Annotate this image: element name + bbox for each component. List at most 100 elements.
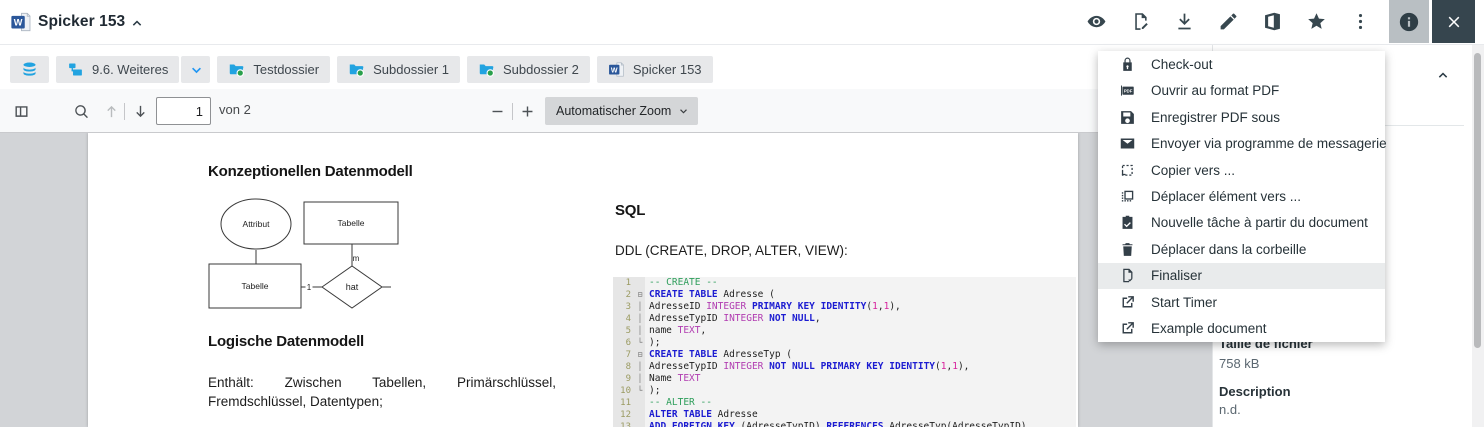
menu-item-check-out[interactable]: Check-out [1098, 51, 1385, 77]
eye-icon [1086, 11, 1107, 32]
next-page-button[interactable] [127, 98, 153, 124]
diagram-rect-left-label: Tabelle [242, 281, 269, 291]
breadcrumb-dropdown-toggle[interactable] [181, 56, 210, 83]
zoom-in-button[interactable] [514, 98, 540, 124]
folder-icon [348, 61, 365, 78]
breadcrumb-item-spicker-153[interactable]: WSpicker 153 [597, 56, 713, 83]
title-bar: W Spicker 153 [0, 0, 1484, 45]
code-line: 13 ADD FOREIGN KEY (AdresseTypID) REFERE… [613, 421, 1076, 427]
code-line-text: Name TEXT [645, 373, 701, 385]
menu-item-d-placer-dans-la-corbeille[interactable]: Déplacer dans la corbeille [1098, 236, 1385, 262]
zoom-select[interactable]: Automatischer Zoom [545, 97, 698, 125]
code-line-text: -- ALTER -- [645, 397, 712, 409]
toolbar-icon-group [1082, 0, 1390, 43]
menu-item-copier-vers[interactable]: Copier vers ... [1098, 157, 1385, 183]
edit-document-button[interactable] [1126, 8, 1154, 36]
menu-item-finaliser[interactable]: Finaliser [1098, 263, 1385, 289]
preview-button[interactable] [1082, 8, 1110, 36]
menu-item-example-document[interactable]: Example document [1098, 316, 1385, 342]
more-options-button[interactable] [1346, 8, 1374, 36]
breadcrumb-item-subdossier-1[interactable]: Subdossier 1 [337, 56, 460, 83]
save-icon [1119, 109, 1136, 126]
menu-item-envoyer-via-programme-de-messagerie[interactable]: Envoyer via programme de messagerie [1098, 130, 1385, 156]
svg-text:W: W [14, 18, 23, 28]
panel-collapse-chevron-up-icon[interactable] [1435, 67, 1451, 83]
page-count-label: von 2 [219, 102, 251, 117]
code-line-number: 7 [613, 349, 635, 361]
diagram-cardinality-many: m [353, 254, 360, 263]
description-value: n.d. [1219, 402, 1241, 417]
fold-guide: └ [635, 337, 645, 349]
diagram-ellipse-label: Attribut [243, 219, 271, 229]
panel-scrollbar[interactable] [1472, 45, 1484, 427]
breadcrumb-item-root[interactable] [10, 56, 49, 83]
sidebar-toggle-button[interactable] [8, 98, 34, 124]
close-button[interactable] [1432, 0, 1475, 43]
fold-guide: │ [635, 325, 645, 337]
chevron-up-icon[interactable] [129, 15, 145, 31]
breadcrumb-label: Subdossier 2 [503, 62, 579, 77]
menu-item-nouvelle-t-che-partir-du-document[interactable]: Nouvelle tâche à partir du document [1098, 210, 1385, 236]
menu-item-label: Finaliser [1151, 268, 1202, 283]
code-line-text: AdresseTypID INTEGER NOT NULL PRIMARY KE… [645, 361, 969, 373]
menu-item-label: Example document [1151, 321, 1267, 336]
breadcrumb-item-testdossier[interactable]: Testdossier [217, 56, 330, 83]
download-button[interactable] [1170, 8, 1198, 36]
fold-toggle-icon[interactable]: ⊟ [635, 289, 645, 301]
fold-guide: │ [635, 373, 645, 385]
external-icon [1119, 294, 1136, 311]
star-icon [1306, 11, 1327, 32]
menu-item-ouvrir-au-format-pdf[interactable]: PDFOuvrir au format PDF [1098, 77, 1385, 103]
favorite-button[interactable] [1302, 8, 1330, 36]
open-in-office-button[interactable] [1258, 8, 1286, 36]
code-line-text: ALTER TABLE Adresse [645, 409, 758, 421]
info-icon [1398, 11, 1420, 33]
page-number-input[interactable] [156, 97, 211, 125]
search-button[interactable] [68, 98, 94, 124]
code-line-text: CREATE TABLE Adresse ( [645, 289, 775, 301]
fold-guide: │ [635, 361, 645, 373]
menu-item-label: Déplacer élément vers ... [1151, 189, 1301, 204]
zoom-select-value: Automatischer Zoom [556, 104, 677, 118]
folder-icon [478, 61, 495, 78]
diagram-cardinality-one: 1 [307, 283, 312, 292]
menu-item-enregistrer-pdf-sous[interactable]: Enregistrer PDF sous [1098, 104, 1385, 130]
code-line: 6└); [613, 337, 1076, 349]
doc-paragraph-line1: Enthält: Zwischen Tabellen, Primärschlüs… [208, 373, 556, 392]
download-icon [1174, 11, 1195, 32]
fold-toggle-icon[interactable]: ⊟ [635, 349, 645, 361]
pdf-icon: PDF [1119, 82, 1136, 99]
code-line-text: AdresseID INTEGER PRIMARY KEY IDENTITY(1… [645, 301, 901, 313]
code-line-number: 8 [613, 361, 635, 373]
copy-to-icon [1119, 162, 1136, 179]
kebab-icon [1350, 11, 1371, 32]
lock-icon [1119, 56, 1136, 73]
zoom-out-button[interactable] [484, 98, 510, 124]
doc-edit-icon [1130, 11, 1151, 32]
doc-heading-logical: Logische Datenmodell [208, 333, 364, 350]
divider [512, 103, 513, 120]
file-size-value: 758 kB [1219, 356, 1259, 371]
code-line-number: 4 [613, 313, 635, 325]
menu-item-d-placer-l-ment-vers[interactable]: Déplacer élément vers ... [1098, 183, 1385, 209]
code-line: 3│AdresseID INTEGER PRIMARY KEY IDENTITY… [613, 301, 1076, 313]
scrollbar-thumb[interactable] [1474, 53, 1481, 348]
breadcrumb-item-9-6-weiteres[interactable]: 9.6. Weiteres [56, 56, 179, 83]
code-line-number: 9 [613, 373, 635, 385]
breadcrumb-item-subdossier-2[interactable]: Subdossier 2 [467, 56, 590, 83]
code-line-text: ); [645, 337, 660, 349]
previous-page-button[interactable] [98, 98, 124, 124]
code-line-number: 5 [613, 325, 635, 337]
menu-item-start-timer[interactable]: Start Timer [1098, 289, 1385, 315]
info-button[interactable] [1389, 0, 1429, 43]
sql-code-block: 1 -- CREATE --2⊟CREATE TABLE Adresse (3│… [613, 277, 1076, 427]
fold-guide [635, 409, 645, 421]
doc-ddl-line: DDL (CREATE, DROP, ALTER, VIEW): [615, 243, 848, 258]
context-menu: Check-outPDFOuvrir au format PDFEnregist… [1098, 51, 1385, 342]
breadcrumb-label: Subdossier 1 [373, 62, 449, 77]
folder-icon [228, 61, 245, 78]
menu-item-label: Copier vers ... [1151, 163, 1235, 178]
doc-paragraph-line2: Fremdschlüssel, Datentypen; [208, 392, 556, 411]
edit-button[interactable] [1214, 8, 1242, 36]
breadcrumb: 9.6. Weiteres Testdossier Subdossier 1 Subd… [0, 46, 1212, 89]
